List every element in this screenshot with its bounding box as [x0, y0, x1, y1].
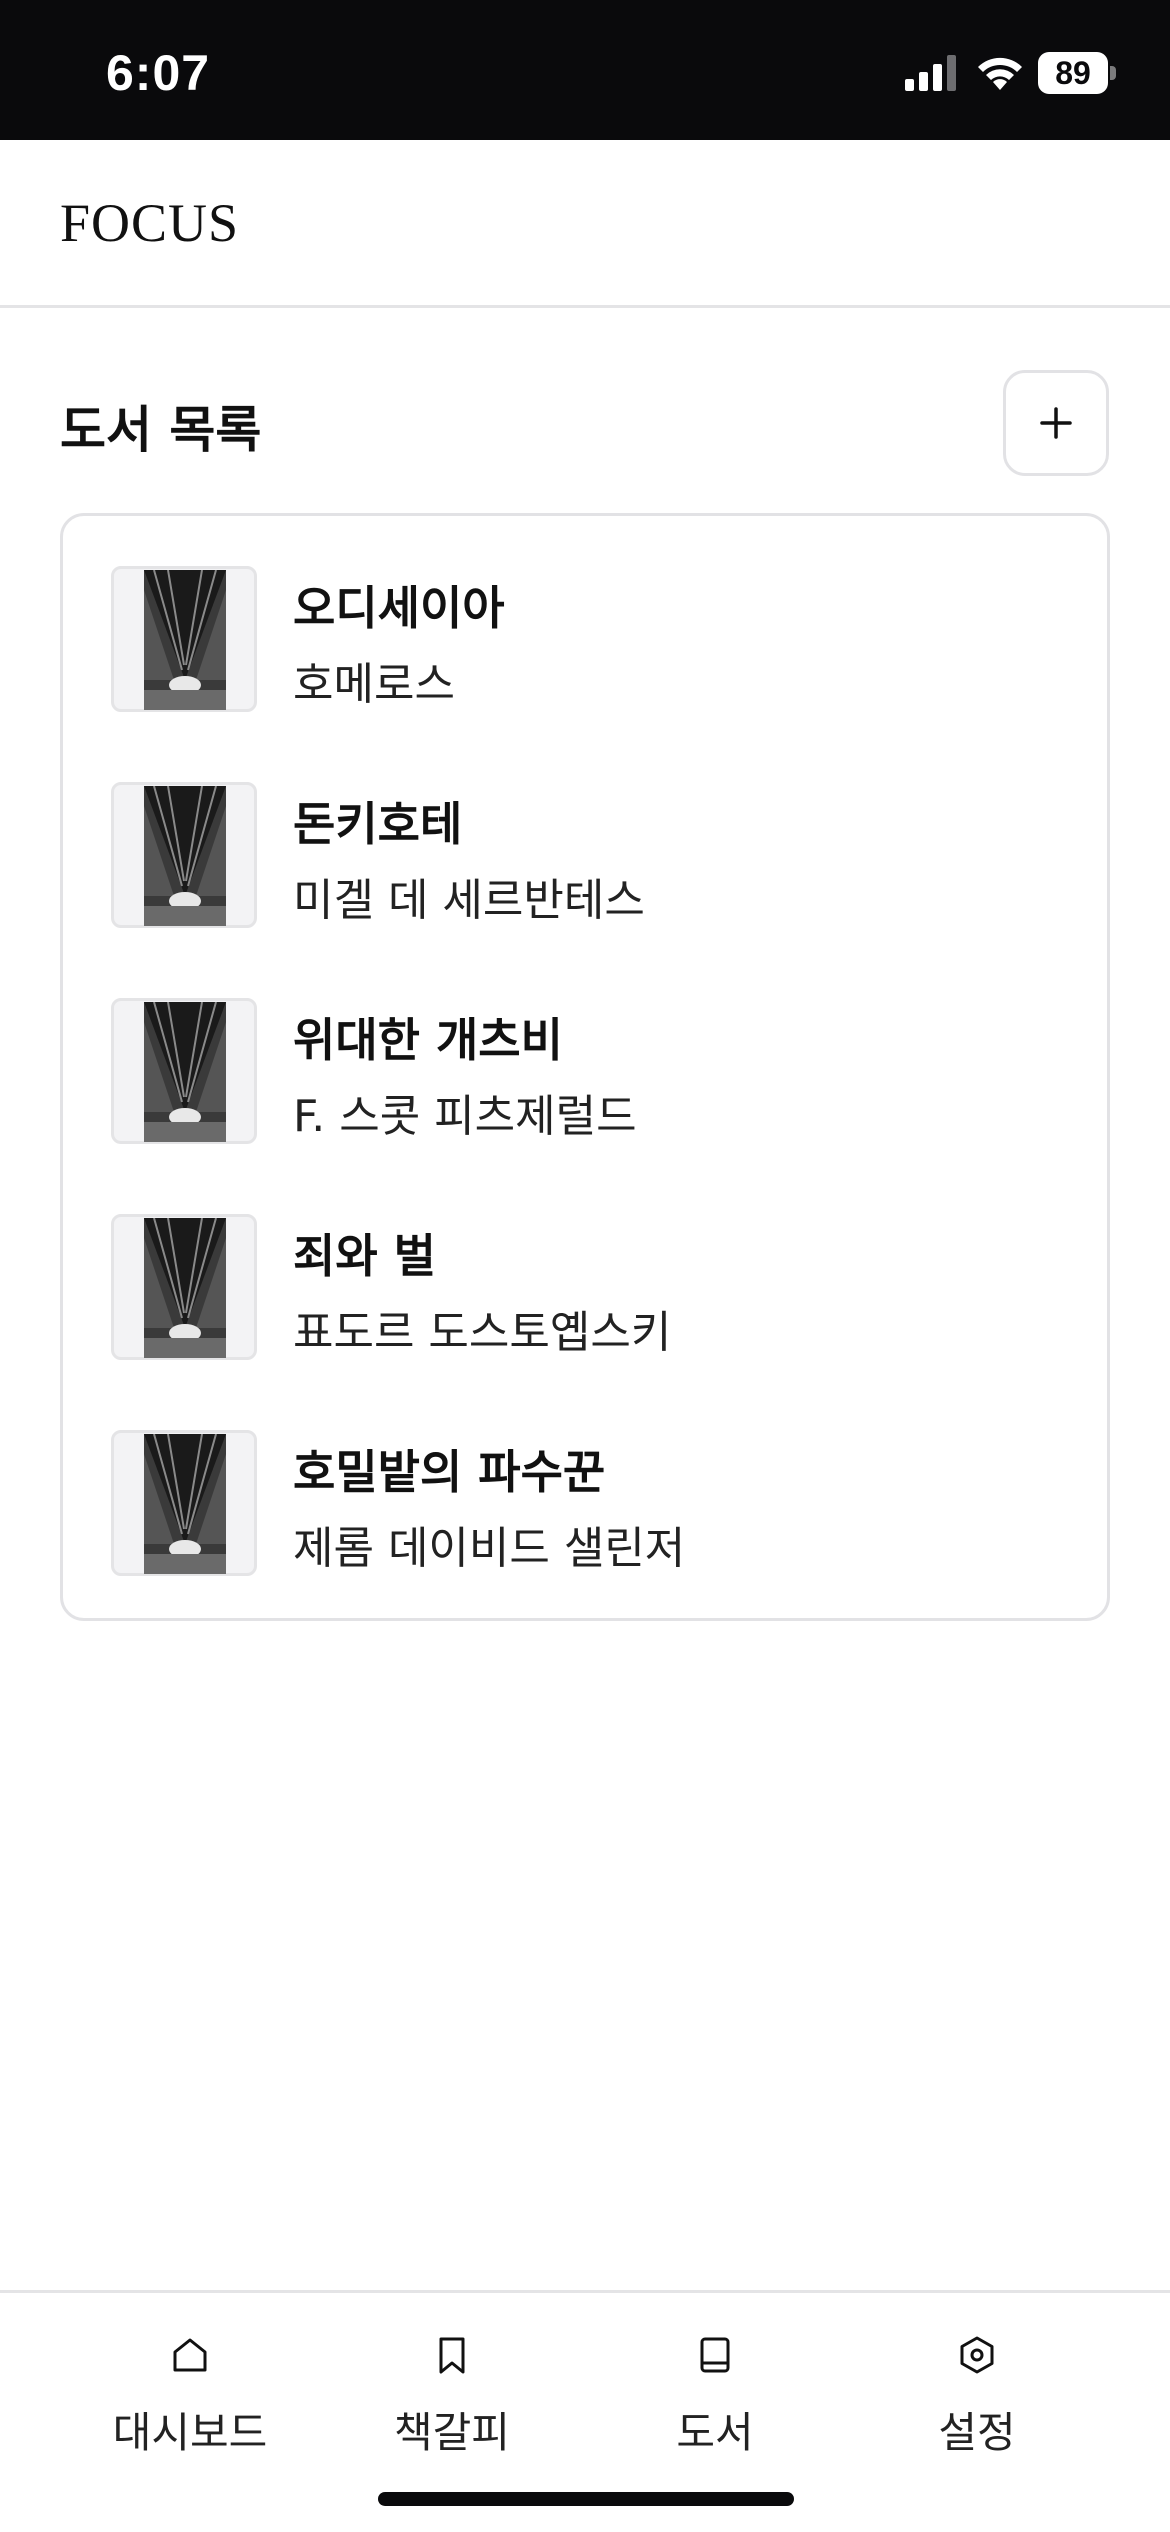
book-cover	[111, 782, 257, 928]
nav-label: 도서	[676, 2408, 754, 2457]
book-author: 제롬 데이비드 샐린저	[293, 1523, 686, 1574]
nav-label: 책갈피	[394, 2408, 510, 2457]
book-cover-image	[144, 1434, 226, 1574]
book-title: 돈키호테	[293, 797, 463, 851]
wifi-icon	[978, 57, 1022, 90]
home-indicator[interactable]	[378, 2492, 794, 2506]
book-cover	[111, 998, 257, 1144]
nav-label: 설정	[938, 2408, 1016, 2457]
home-icon	[173, 2338, 207, 2372]
cellular-signal-icon	[905, 55, 956, 91]
battery-level: 89	[1055, 55, 1091, 91]
book-cover	[111, 1214, 257, 1360]
book-title: 위대한 개츠비	[293, 1013, 563, 1067]
book-author: 미겔 데 세르반테스	[293, 875, 645, 926]
brand-logo[interactable]: FOCUS	[60, 192, 239, 254]
book-list-item[interactable]: 돈키호테 미겔 데 세르반테스	[111, 782, 1071, 928]
book-cover-image	[144, 786, 226, 926]
book-cover	[111, 566, 257, 712]
nav-item-dashboard[interactable]: 대시보드	[70, 2333, 310, 2473]
status-bar: 6:07 89	[0, 0, 1170, 140]
bookmark-icon	[439, 2337, 465, 2374]
book-cover-image	[144, 570, 226, 710]
battery-cap	[1110, 66, 1116, 80]
book-author: F. 스콧 피츠제럴드	[293, 1091, 637, 1142]
status-time: 6:07	[106, 45, 211, 101]
book-cover-image	[144, 1002, 226, 1142]
book-list-item[interactable]: 죄와 벌 표도르 도스토옙스키	[111, 1214, 1071, 1360]
app-screen: 6:07 89 FOCUS 도서 목록 오디세이아 호메로스 돈키호테 미겔 데…	[0, 0, 1170, 2532]
book-list-item[interactable]: 위대한 개츠비 F. 스콧 피츠제럴드	[111, 998, 1071, 1144]
page-title: 도서 목록	[60, 401, 262, 459]
app-header: FOCUS	[0, 140, 1170, 308]
book-list: 오디세이아 호메로스 돈키호테 미겔 데 세르반테스 위대한 개츠비 F. 스콧…	[60, 513, 1110, 1621]
book-author: 호메로스	[293, 659, 455, 710]
book-title: 오디세이아	[293, 581, 505, 635]
book-author: 표도르 도스토옙스키	[293, 1307, 672, 1358]
battery-icon: 89	[1038, 52, 1116, 94]
book-title: 죄와 벌	[293, 1229, 436, 1283]
book-icon	[700, 2337, 730, 2373]
book-cover	[111, 1430, 257, 1576]
add-book-button[interactable]	[1003, 370, 1109, 476]
book-list-item[interactable]: 호밀밭의 파수꾼 제롬 데이비드 샐린저	[111, 1430, 1071, 1576]
settings-icon	[960, 2336, 994, 2374]
nav-item-settings[interactable]: 설정	[857, 2333, 1097, 2473]
plus-icon	[1040, 407, 1072, 439]
nav-item-bookmarks[interactable]: 책갈피	[332, 2333, 572, 2473]
nav-label: 대시보드	[112, 2408, 268, 2457]
book-cover-image	[144, 1218, 226, 1358]
nav-item-books[interactable]: 도서	[595, 2333, 835, 2473]
book-list-item[interactable]: 오디세이아 호메로스	[111, 566, 1071, 712]
book-title: 호밀밭의 파수꾼	[293, 1445, 606, 1499]
